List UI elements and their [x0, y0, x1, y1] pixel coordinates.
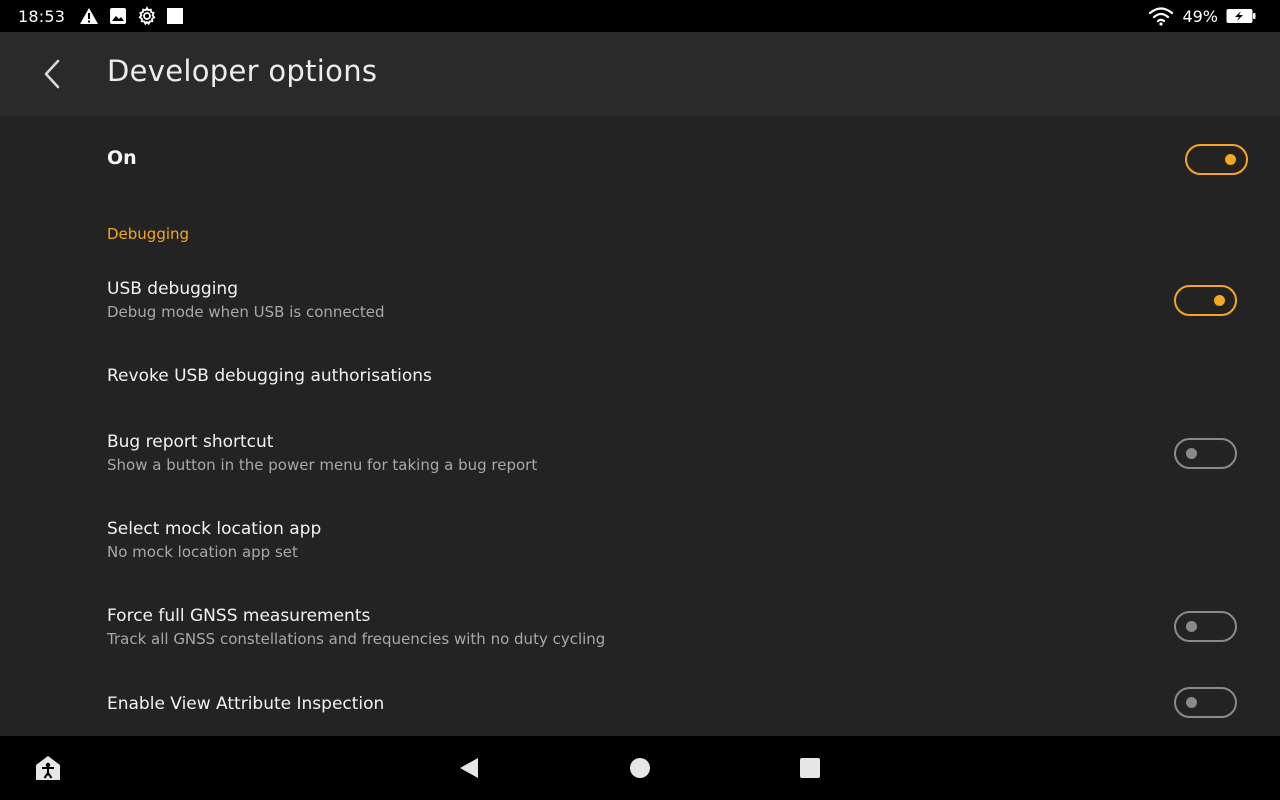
- pref-title: Enable View Attribute Inspection: [107, 694, 385, 714]
- pref-summary: Track all GNSS constellations and freque…: [107, 630, 606, 648]
- navigation-bar: [0, 736, 1280, 800]
- pref-title: Select mock location app: [107, 519, 322, 539]
- home-circle-icon: [629, 757, 651, 779]
- accessibility-home-icon: [33, 753, 63, 783]
- pref-title: Force full GNSS measurements: [107, 606, 371, 626]
- app-bar: Developer options: [0, 32, 1280, 116]
- status-right: 49%: [1148, 0, 1256, 32]
- toggle-knob: [1225, 154, 1236, 165]
- pref-summary: Show a button in the power menu for taki…: [107, 456, 538, 474]
- settings-gear-icon: [137, 6, 157, 26]
- pref-bug-report-shortcut[interactable]: Bug report shortcut Show a button in the…: [0, 420, 1280, 486]
- pref-usb-debugging[interactable]: USB debugging Debug mode when USB is con…: [0, 266, 1280, 332]
- recents-square-icon: [800, 758, 820, 778]
- master-switch-toggle[interactable]: [1185, 144, 1248, 175]
- view-attribute-inspection-toggle[interactable]: [1174, 687, 1237, 718]
- square-notification-icon: [167, 8, 184, 24]
- image-icon: [109, 7, 127, 25]
- back-triangle-icon: [458, 756, 480, 780]
- section-header-debugging: Debugging: [107, 225, 190, 243]
- master-switch-label: On: [107, 147, 137, 169]
- usb-debugging-toggle[interactable]: [1174, 285, 1237, 316]
- settings-list: On Debugging USB debugging Debug mode wh…: [0, 116, 1280, 736]
- page-title: Developer options: [107, 54, 378, 88]
- status-bar: 18:53 49%: [0, 0, 1280, 32]
- wifi-icon: [1148, 6, 1174, 26]
- battery-charging-icon: [1226, 8, 1256, 24]
- toggle-knob: [1186, 621, 1197, 632]
- warning-icon: [79, 7, 99, 25]
- pref-select-mock-location-app[interactable]: Select mock location app No mock locatio…: [0, 507, 1280, 573]
- status-time: 18:53: [18, 6, 66, 26]
- accessibility-home-button[interactable]: [28, 748, 68, 788]
- pref-revoke-usb-authorisations[interactable]: Revoke USB debugging authorisations: [0, 352, 1280, 402]
- pref-force-full-gnss[interactable]: Force full GNSS measurements Track all G…: [0, 594, 1280, 660]
- toggle-knob: [1186, 448, 1197, 459]
- master-switch-row[interactable]: On: [0, 116, 1280, 202]
- pref-title: Revoke USB debugging authorisations: [107, 366, 432, 386]
- nav-recents-button[interactable]: [790, 748, 830, 788]
- nav-home-button[interactable]: [620, 748, 660, 788]
- chevron-left-icon: [41, 58, 63, 90]
- bug-report-shortcut-toggle[interactable]: [1174, 438, 1237, 469]
- toggle-knob: [1186, 697, 1197, 708]
- pref-summary: No mock location app set: [107, 543, 298, 561]
- screen: 18:53 49% Developer options On Debugging…: [0, 0, 1280, 800]
- nav-back-button[interactable]: [449, 748, 489, 788]
- status-left: 18:53: [18, 0, 184, 32]
- toggle-knob: [1214, 295, 1225, 306]
- force-full-gnss-toggle[interactable]: [1174, 611, 1237, 642]
- pref-title: Bug report shortcut: [107, 432, 274, 452]
- battery-percent: 49%: [1182, 6, 1218, 26]
- pref-title: USB debugging: [107, 279, 238, 299]
- pref-view-attribute-inspection[interactable]: Enable View Attribute Inspection: [0, 680, 1280, 732]
- pref-summary: Debug mode when USB is connected: [107, 303, 385, 321]
- back-button[interactable]: [28, 52, 76, 96]
